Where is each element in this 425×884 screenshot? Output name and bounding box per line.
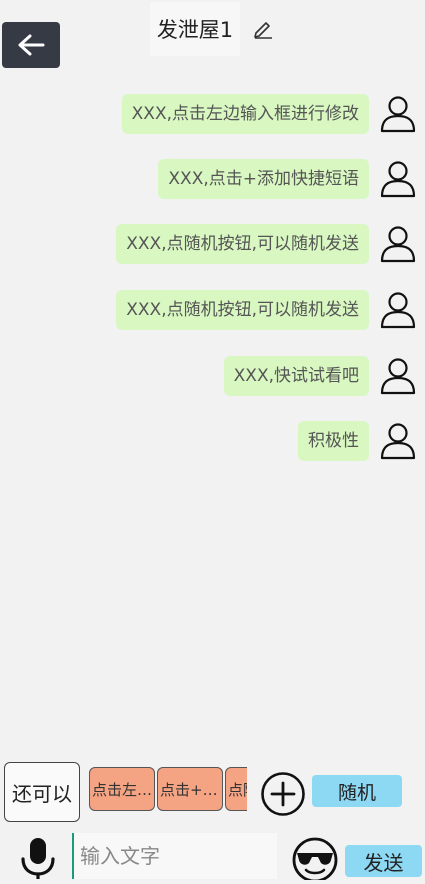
message-row: 积极性 [298,420,417,462]
avatar [379,421,417,461]
add-phrase-button[interactable] [260,771,306,817]
message-bubble: XXX,快试试看吧 [223,356,369,396]
message-row: XXX,点击+添加快捷短语 [158,158,417,200]
avatar [379,94,417,134]
message-row: XXX,点随机按钮,可以随机发送 [116,223,417,265]
message-bubble: XXX,点击+添加快捷短语 [158,159,369,199]
avatar [379,290,417,330]
arrow-left-icon [18,34,45,56]
edit-title-button[interactable] [252,17,274,39]
title-area: 发泄屋1 [150,2,240,56]
back-button[interactable] [2,22,60,68]
quick-phrase-button[interactable]: 还可以 [4,762,80,822]
message-row: XXX,快试试看吧 [223,355,417,397]
user-icon [380,226,416,263]
quick-phrase-chip[interactable]: 点随机按钮,可以随机发送 [225,767,247,811]
message-bubble: XXX,点随机按钮,可以随机发送 [116,290,369,330]
user-icon [380,161,416,198]
avatar [379,224,417,264]
plus-circle-icon [261,772,305,816]
avatar [379,159,417,199]
user-icon [380,423,416,460]
message-row: XXX,点随机按钮,可以随机发送 [116,289,417,331]
pencil-icon [254,22,272,39]
message-input[interactable] [72,833,277,879]
user-icon [380,292,416,329]
voice-button[interactable] [18,835,58,879]
send-button[interactable]: 发送 [345,845,422,877]
message-bubble: 积极性 [298,421,369,461]
user-icon [380,96,416,133]
message-row: XXX,点击左边输入框进行修改 [121,93,417,135]
message-bubble: XXX,点随机按钮,可以随机发送 [116,224,369,264]
quick-phrase-chip[interactable]: 点击左边输入框进行修改 [89,767,155,811]
sunglasses-emoji-icon [292,837,338,883]
page-title: 发泄屋1 [156,18,234,42]
message-bubble: XXX,点击左边输入框进行修改 [121,94,369,134]
user-icon [380,358,416,395]
quick-phrase-list[interactable]: 点击左边输入框进行修改 点击+添加快捷短语 点随机按钮,可以随机发送 [89,767,247,815]
quick-phrase-chip[interactable]: 点击+添加快捷短语 [157,767,223,811]
random-send-button[interactable]: 随机 [312,775,402,807]
microphone-icon [21,838,55,879]
avatar [379,356,417,396]
emoji-button[interactable] [290,836,340,883]
